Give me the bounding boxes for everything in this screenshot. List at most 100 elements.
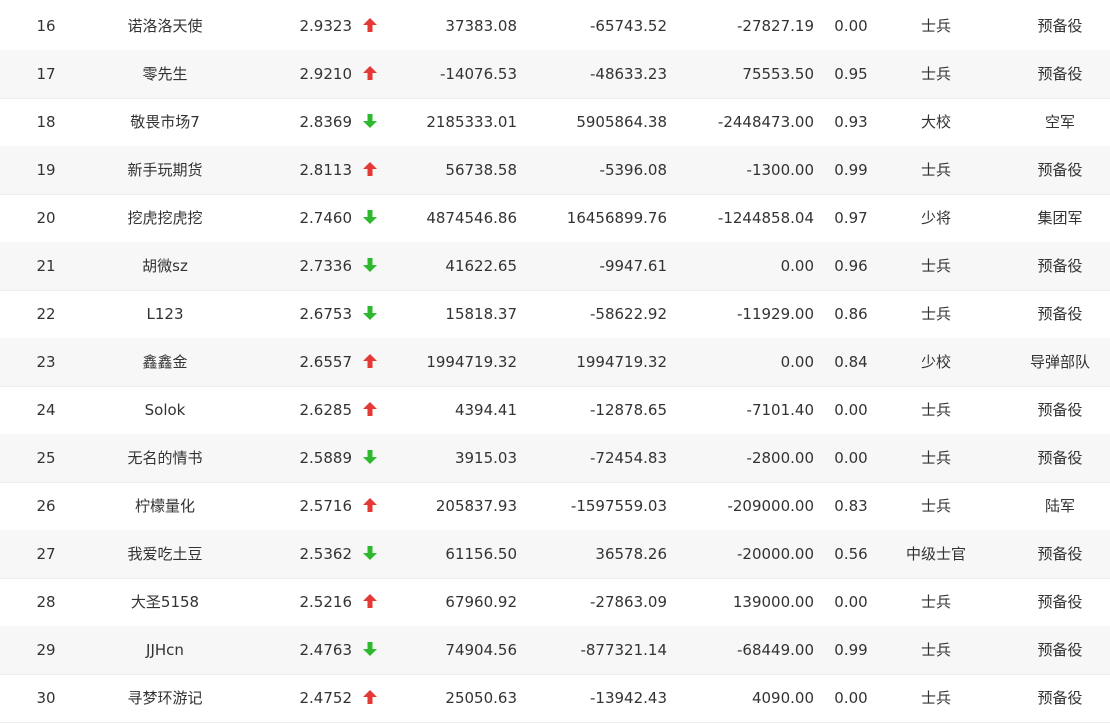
score-cell: 2.6753 (299, 305, 353, 323)
score-cell: 2.7460 (299, 209, 353, 227)
ratio-cell: 0.00 (834, 17, 868, 35)
ratio-cell: 0.00 (834, 593, 868, 611)
table-row[interactable]: 18 敬畏市场7 2.8369 2185333.01 5905864.38 -244847… (0, 98, 1110, 147)
score-cell: 2.8369 (299, 113, 353, 131)
table-row[interactable]: 22 L123 2.6753 15818.37 -58622.92 -11929.00 0.… (0, 290, 1110, 339)
value-cell-2: -877321.14 (580, 641, 667, 659)
trader-name[interactable]: Solok (95, 386, 235, 434)
value-cell-1: 15818.37 (445, 305, 517, 323)
table-row[interactable]: 19 新手玩期货 2.8113 56738.58 -5396.08 -1300.00 0.9… (0, 146, 1110, 195)
value-cell-2: -27863.09 (590, 593, 667, 611)
ratio-cell: 0.00 (834, 401, 868, 419)
score-cell: 2.5216 (299, 593, 353, 611)
unit-cell: 空军 (1044, 113, 1075, 131)
level-cell: 士兵 (920, 689, 951, 707)
ratio-cell: 0.56 (834, 545, 868, 563)
value-cell-1: 37383.08 (445, 17, 517, 35)
value-cell-2: -9947.61 (599, 257, 667, 275)
level-cell: 士兵 (920, 497, 951, 515)
trader-name[interactable]: 柠檬量化 (95, 482, 235, 530)
ratio-cell: 0.99 (834, 641, 868, 659)
unit-cell: 预备役 (1037, 161, 1083, 179)
value-cell-1: 4394.41 (454, 401, 517, 419)
trend-up-icon (360, 2, 380, 50)
unit-cell: 预备役 (1037, 689, 1083, 707)
trend-down-icon (360, 242, 380, 290)
rank-cell: 23 (36, 353, 56, 371)
level-cell: 士兵 (920, 593, 951, 611)
table-row[interactable]: 16 诺洛洛天使 2.9323 37383.08 -65743.52 -27827.19 0… (0, 2, 1110, 51)
value-cell-3: 4090.00 (751, 689, 814, 707)
level-cell: 士兵 (920, 401, 951, 419)
rank-cell: 19 (36, 161, 56, 179)
trend-up-icon (360, 338, 380, 386)
score-cell: 2.5362 (299, 545, 353, 563)
rank-cell: 29 (36, 641, 56, 659)
trader-name[interactable]: 诺洛洛天使 (95, 2, 235, 50)
table-row[interactable]: 26 柠檬量化 2.5716 205837.93 -1597559.03 -209000.… (0, 482, 1110, 531)
trader-name[interactable]: 无名的情书 (95, 434, 235, 482)
table-row[interactable]: 20 挖虎挖虎挖 2.7460 4874546.86 16456899.76 -12448… (0, 194, 1110, 243)
rank-cell: 22 (36, 305, 56, 323)
value-cell-1: 3915.03 (454, 449, 517, 467)
score-cell: 2.4752 (299, 689, 353, 707)
level-cell: 大校 (920, 113, 951, 131)
value-cell-1: -14076.53 (440, 65, 517, 83)
level-cell: 士兵 (920, 161, 951, 179)
value-cell-3: -68449.00 (737, 641, 814, 659)
score-cell: 2.8113 (299, 161, 353, 179)
unit-cell: 预备役 (1037, 593, 1083, 611)
table-row[interactable]: 29 JJHcn 2.4763 74904.56 -877321.14 -68449.00… (0, 626, 1110, 675)
value-cell-1: 25050.63 (445, 689, 517, 707)
trader-name[interactable]: 敬畏市场7 (95, 98, 235, 146)
trader-name[interactable]: 大圣5158 (95, 578, 235, 626)
unit-cell: 集团军 (1037, 209, 1083, 227)
value-cell-3: -1300.00 (746, 161, 814, 179)
trader-name[interactable]: 新手玩期货 (95, 146, 235, 194)
table-row[interactable]: 17 零先生 2.9210 -14076.53 -48633.23 75553.50 0.9… (0, 50, 1110, 99)
rank-cell: 20 (36, 209, 56, 227)
level-cell: 士兵 (920, 17, 951, 35)
rank-cell: 30 (36, 689, 56, 707)
trader-name[interactable]: JJHcn (95, 626, 235, 674)
table-row[interactable]: 21 胡微sz 2.7336 41622.65 -9947.61 0.00 0.96 士兵 预备… (0, 242, 1110, 291)
level-cell: 少将 (920, 209, 951, 227)
unit-cell: 预备役 (1037, 401, 1083, 419)
trader-name[interactable]: 挖虎挖虎挖 (95, 194, 235, 242)
unit-cell: 预备役 (1037, 305, 1083, 323)
value-cell-2: -72454.83 (590, 449, 667, 467)
rank-cell: 21 (36, 257, 56, 275)
trader-name[interactable]: 鑫鑫金 (95, 338, 235, 386)
trader-name[interactable]: 胡微sz (95, 242, 235, 290)
rank-cell: 28 (36, 593, 56, 611)
table-row[interactable]: 30 寻梦环游记 2.4752 25050.63 -13942.43 4090.00 0.0… (0, 674, 1110, 723)
trader-name[interactable]: 零先生 (95, 50, 235, 98)
value-cell-2: -5396.08 (599, 161, 667, 179)
value-cell-2: -65743.52 (590, 17, 667, 35)
unit-cell: 预备役 (1037, 449, 1083, 467)
table-row[interactable]: 24 Solok 2.6285 4394.41 -12878.65 -7101.40 0.0… (0, 386, 1110, 435)
trend-down-icon (360, 194, 380, 242)
value-cell-3: -11929.00 (737, 305, 814, 323)
value-cell-1: 61156.50 (445, 545, 517, 563)
value-cell-3: -20000.00 (737, 545, 814, 563)
table-row[interactable]: 28 大圣5158 2.5216 67960.92 -27863.09 139000.00… (0, 578, 1110, 627)
value-cell-2: -58622.92 (590, 305, 667, 323)
trend-up-icon (360, 482, 380, 530)
value-cell-2: -12878.65 (590, 401, 667, 419)
rank-cell: 17 (36, 65, 56, 83)
trader-name[interactable]: 寻梦环游记 (95, 674, 235, 722)
table-row[interactable]: 23 鑫鑫金 2.6557 1994719.32 1994719.32 0.00 0.84 少… (0, 338, 1110, 387)
trend-down-icon (360, 98, 380, 146)
trader-name[interactable]: 我爱吃土豆 (95, 530, 235, 578)
table-row[interactable]: 27 我爱吃土豆 2.5362 61156.50 36578.26 -20000.00 0.… (0, 530, 1110, 579)
ratio-cell: 0.99 (834, 161, 868, 179)
value-cell-3: -7101.40 (746, 401, 814, 419)
trend-up-icon (360, 386, 380, 434)
trader-name[interactable]: L123 (95, 290, 235, 338)
table-row[interactable]: 25 无名的情书 2.5889 3915.03 -72454.83 -2800.00 0.0… (0, 434, 1110, 483)
value-cell-3: 0.00 (780, 353, 814, 371)
level-cell: 士兵 (920, 65, 951, 83)
score-cell: 2.9210 (299, 65, 353, 83)
value-cell-3: 139000.00 (732, 593, 814, 611)
